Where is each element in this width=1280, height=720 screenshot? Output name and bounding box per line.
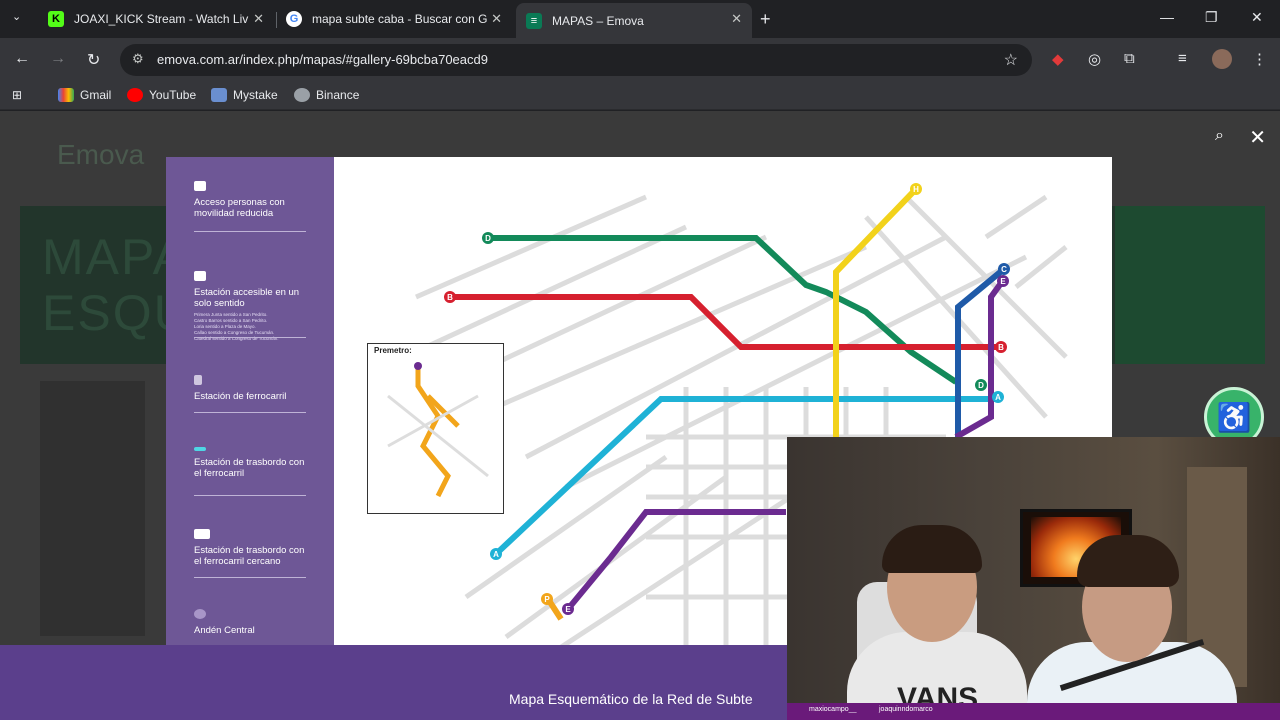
tab-title: JOAXI_KICK Stream - Watch Liv bbox=[74, 12, 249, 26]
kick-icon: K bbox=[48, 11, 64, 27]
premetro-map bbox=[387, 362, 489, 498]
lightbox-zoom-icon[interactable]: ⌕ bbox=[1215, 127, 1224, 145]
bookmark-star-icon[interactable]: ☆ bbox=[1004, 50, 1018, 70]
image-caption: Mapa Esquemático de la Red de Subte bbox=[509, 691, 753, 707]
back-icon[interactable]: ← bbox=[14, 50, 30, 68]
line-e bbox=[565, 509, 786, 611]
url-text[interactable]: emova.com.ar/index.php/mapas/#gallery-69… bbox=[157, 52, 488, 67]
profile-avatar[interactable] bbox=[1212, 49, 1232, 69]
minimize-icon[interactable]: — bbox=[1160, 9, 1174, 25]
reload-icon[interactable]: ↻ bbox=[87, 50, 100, 70]
close-icon[interactable]: ✕ bbox=[253, 11, 264, 27]
site-logo: Emova bbox=[57, 139, 145, 170]
close-icon[interactable]: ✕ bbox=[491, 11, 502, 27]
media-control-icon[interactable]: ≡ bbox=[1178, 50, 1187, 67]
bookmark-label: Mystake bbox=[233, 88, 278, 102]
grammarly-icon[interactable]: ◎ bbox=[1088, 50, 1101, 68]
google-icon: G bbox=[286, 11, 302, 27]
svg-text:A: A bbox=[995, 393, 1001, 402]
tab-google[interactable]: G mapa subte caba - Buscar con G ✕ bbox=[276, 5, 512, 33]
tab-search-icon[interactable]: ⌄ bbox=[12, 10, 21, 23]
webcam-names-bar: maxiocampo__ joaquinndomarco bbox=[787, 703, 1280, 720]
tab-title: MAPAS – Emova bbox=[552, 13, 644, 28]
premetro-label: Premetro: bbox=[374, 346, 412, 355]
window-close-icon[interactable]: ✕ bbox=[1251, 9, 1263, 26]
emova-icon: ≡ bbox=[526, 12, 542, 29]
background-card bbox=[40, 381, 145, 636]
bookmark-label: Binance bbox=[316, 88, 360, 102]
line-b bbox=[450, 294, 996, 350]
svg-text:D: D bbox=[485, 234, 491, 243]
line-c bbox=[955, 266, 1006, 437]
bookmark-label: Gmail bbox=[80, 88, 112, 102]
svg-text:E: E bbox=[565, 605, 571, 614]
tab-title: mapa subte caba - Buscar con G bbox=[312, 12, 488, 26]
bookmark-youtube[interactable]: YouTube bbox=[127, 88, 196, 102]
apps-grid-icon[interactable]: ⊞ bbox=[12, 88, 22, 102]
gmail-icon bbox=[58, 88, 74, 102]
menu-dots-icon[interactable]: ⋮ bbox=[1252, 50, 1267, 68]
extension-icon[interactable]: ◆ bbox=[1052, 50, 1064, 68]
webcam-overlay: VANS maxiocampo__ joaquinndomarco bbox=[787, 437, 1280, 720]
bookmark-gmail[interactable]: Gmail bbox=[58, 88, 111, 102]
mystake-icon bbox=[211, 88, 227, 102]
address-bar[interactable]: ⚙ emova.com.ar/index.php/mapas/#gallery-… bbox=[120, 44, 1032, 76]
forward-icon[interactable]: → bbox=[50, 50, 66, 68]
globe-icon bbox=[294, 88, 310, 102]
svg-text:E: E bbox=[1000, 277, 1006, 286]
lightbox-close-icon[interactable]: ✕ bbox=[1249, 125, 1266, 150]
premetro-inset: Premetro: bbox=[367, 343, 504, 514]
browser-toolbar: ← → ↻ ⚙ emova.com.ar/index.php/mapas/#ga… bbox=[0, 38, 1280, 82]
youtube-icon bbox=[127, 88, 143, 102]
svg-text:D: D bbox=[978, 381, 984, 390]
tab-emova[interactable]: ≡ MAPAS – Emova ✕ bbox=[516, 3, 752, 38]
svg-text:B: B bbox=[998, 343, 1004, 352]
svg-text:B: B bbox=[447, 293, 453, 302]
svg-text:P: P bbox=[544, 595, 550, 604]
streamer-name: joaquinndomarco bbox=[879, 706, 933, 713]
svg-text:C: C bbox=[1001, 265, 1007, 274]
close-icon[interactable]: ✕ bbox=[731, 11, 742, 27]
svg-text:H: H bbox=[913, 185, 919, 194]
new-tab-button[interactable]: + bbox=[760, 9, 771, 30]
tab-strip: ⌄ K JOAXI_KICK Stream - Watch Liv ✕ G ma… bbox=[0, 0, 1280, 38]
streamer-name: maxiocampo__ bbox=[809, 706, 857, 713]
bookmark-binance[interactable]: Binance bbox=[294, 88, 359, 102]
bookmark-label: YouTube bbox=[149, 88, 197, 102]
site-info-icon[interactable]: ⚙ bbox=[132, 51, 144, 67]
restore-icon[interactable]: ❐ bbox=[1205, 9, 1218, 26]
bookmarks-bar: ⊞ Gmail YouTube Mystake Binance bbox=[0, 82, 1280, 110]
hero-accent bbox=[1115, 206, 1265, 364]
extensions-puzzle-icon[interactable]: ⧉ bbox=[1124, 50, 1135, 67]
bookmark-mystake[interactable]: Mystake bbox=[211, 88, 278, 102]
tab-kick[interactable]: K JOAXI_KICK Stream - Watch Liv ✕ bbox=[38, 5, 274, 33]
svg-text:A: A bbox=[493, 550, 499, 559]
